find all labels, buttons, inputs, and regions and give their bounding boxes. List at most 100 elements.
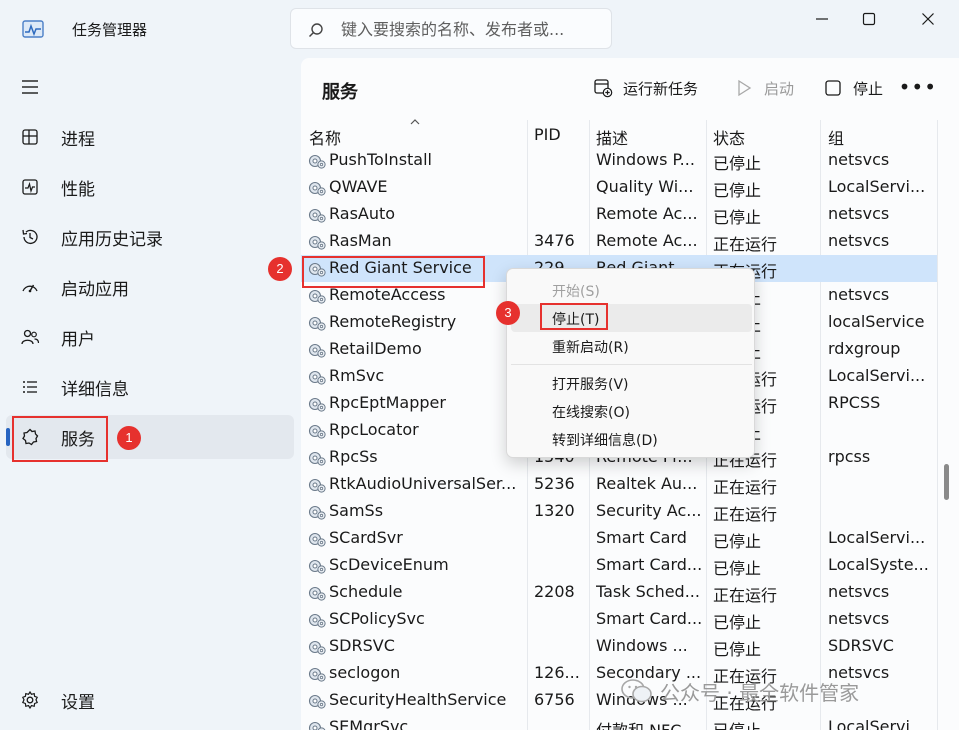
column-header-name[interactable]: 名称 — [309, 125, 341, 149]
menu-item-open-services[interactable]: 打开服务(V) — [511, 369, 752, 397]
cell-status: 已停止 — [713, 208, 762, 227]
service-gear-icon — [308, 586, 326, 601]
sidebar-item-performance[interactable]: 性能 — [6, 165, 294, 209]
column-header-status[interactable]: 状态 — [713, 125, 745, 149]
watermark-text: 公众号 · 最全软件管家 — [660, 680, 860, 705]
table-row[interactable]: SCPolicySvc Smart Card... 已停止 netsvcs — [301, 606, 937, 633]
context-menu: 开始(S) 停止(T) 重新启动(R) 打开服务(V) 在线搜索(O) 转到详细… — [506, 268, 755, 458]
more-options-button[interactable]: ••• — [899, 75, 937, 99]
search-input[interactable] — [341, 17, 601, 41]
cell-name: RmSvc — [329, 366, 385, 385]
cell-name: RasAuto — [329, 204, 396, 223]
table-row[interactable]: SEMgrSvc 付款和 NFC... 已停止 LocalServi... — [301, 714, 937, 730]
app-title: 任务管理器 — [72, 21, 148, 39]
cell-description: Windows P... — [596, 150, 695, 169]
service-gear-icon — [308, 343, 326, 358]
cell-description: Remote Ac... — [596, 204, 698, 223]
cell-status: 已停止 — [713, 532, 762, 551]
cell-group: netsvcs — [828, 582, 890, 601]
menu-item-label: 转到详细信息(D) — [552, 433, 658, 449]
table-row[interactable]: ScDeviceEnum Smart Card... 已停止 LocalSyste..… — [301, 552, 937, 579]
column-header-description[interactable]: 描述 — [596, 125, 628, 149]
sidebar-nav: 进程 性能 应用历史记录 启动应用 用户 详细信息 服务 设置 — [0, 58, 300, 730]
cell-description: 付款和 NFC... — [596, 717, 704, 730]
table-row[interactable]: QWAVE Quality Wi... 已停止 LocalServi... — [301, 174, 937, 201]
service-gear-icon — [308, 559, 326, 574]
service-gear-icon — [308, 478, 326, 493]
cell-status: 已停止 — [713, 181, 762, 200]
run-new-task-label: 运行新任务 — [623, 79, 699, 98]
menu-item-label: 开始(S) — [552, 284, 600, 300]
stop-service-button[interactable]: 停止 — [823, 76, 883, 100]
cell-status: 已停止 — [713, 640, 762, 659]
cell-name: RpcSs — [329, 447, 378, 466]
cell-name: PushToInstall — [329, 150, 432, 169]
stop-icon — [825, 80, 841, 96]
sidebar-item-settings[interactable]: 设置 — [6, 678, 294, 722]
service-gear-icon — [308, 397, 326, 412]
maximize-icon — [862, 12, 876, 26]
startup-gauge-icon — [22, 284, 38, 293]
close-icon — [922, 13, 934, 25]
cell-group: netsvcs — [828, 609, 890, 628]
sidebar-item-app-history[interactable]: 应用历史记录 — [6, 215, 294, 259]
menu-item-restart[interactable]: 重新启动(R) — [511, 332, 752, 360]
menu-item-label: 在线搜索(O) — [552, 405, 630, 421]
sidebar-item-startup-apps[interactable]: 启动应用 — [6, 265, 294, 309]
menu-item-label: 重新启动(R) — [552, 340, 629, 356]
service-gear-icon — [308, 289, 326, 304]
column-header-group[interactable]: 组 — [828, 125, 844, 149]
cell-pid: 126... — [534, 663, 580, 682]
service-gear-icon — [308, 667, 326, 682]
run-new-task-button[interactable]: 运行新任务 — [593, 76, 698, 100]
table-row[interactable]: RtkAudioUniversalSer... 5236 Realtek Au...… — [301, 471, 937, 498]
maximize-button[interactable] — [846, 4, 892, 34]
service-gear-icon — [308, 208, 326, 223]
table-row[interactable]: RasMan 3476 Remote Ac... 正在运行 netsvcs — [301, 228, 937, 255]
start-service-button[interactable]: 启动 — [734, 76, 794, 100]
table-row[interactable]: SCardSvr Smart Card 已停止 LocalServi... — [301, 525, 937, 552]
sidebar-item-processes[interactable]: 进程 — [6, 115, 294, 159]
cell-group: rdxgroup — [828, 339, 901, 358]
sidebar-item-details[interactable]: 详细信息 — [6, 365, 294, 409]
minimize-button[interactable] — [799, 4, 845, 34]
cell-name: SDRSVC — [329, 636, 395, 655]
table-row[interactable]: RasAuto Remote Ac... 已停止 netsvcs — [301, 201, 937, 228]
settings-label: 设置 — [61, 693, 95, 713]
cell-group: SDRSVC — [828, 636, 894, 655]
annotation-highlight-red-giant-row — [302, 256, 485, 288]
sidebar-item-users[interactable]: 用户 — [6, 315, 294, 359]
sidebar-item-label: 用户 — [61, 330, 95, 350]
annotation-badge-1: 1 — [117, 426, 141, 450]
column-header-pid[interactable]: PID — [534, 125, 561, 144]
cell-status: 已停止 — [713, 559, 762, 578]
cell-description: Quality Wi... — [596, 177, 694, 196]
service-gear-icon — [308, 235, 326, 250]
search-box[interactable] — [290, 8, 612, 49]
table-row[interactable]: PushToInstall Windows P... 已停止 netsvcs — [301, 147, 937, 174]
sidebar-item-label: 应用历史记录 — [61, 230, 163, 250]
close-button[interactable] — [905, 4, 951, 34]
service-gear-icon — [308, 451, 326, 466]
cell-group: LocalServi... — [828, 366, 926, 385]
cell-name: RtkAudioUniversalSer... — [329, 474, 517, 493]
hamburger-menu-icon[interactable] — [20, 78, 40, 96]
menu-item-search-online[interactable]: 在线搜索(O) — [511, 397, 752, 425]
menu-item-start[interactable]: 开始(S) — [511, 276, 752, 304]
history-icon — [22, 229, 38, 245]
vertical-scrollbar[interactable] — [944, 464, 949, 500]
service-gear-icon — [308, 505, 326, 520]
table-row[interactable]: SamSs 1320 Security Ac... 正在运行 — [301, 498, 937, 525]
sort-ascending-icon — [410, 119, 420, 125]
cell-pid: 2208 — [534, 582, 575, 601]
cell-status: 已停止 — [713, 717, 813, 730]
cell-description: Task Sched... — [596, 582, 700, 601]
cell-status: 正在运行 — [713, 505, 778, 524]
cell-name: RasMan — [329, 231, 392, 250]
table-row[interactable]: Schedule 2208 Task Sched... 正在运行 netsvcs — [301, 579, 937, 606]
task-manager-window: 任务管理器 键入要搜索的名称、发布者或... 进程 性能 应用历史记录 启动应用… — [0, 0, 959, 730]
menu-separator — [511, 364, 752, 365]
menu-item-go-to-details[interactable]: 转到详细信息(D) — [511, 425, 752, 453]
table-row[interactable]: SDRSVC Windows ... 已停止 SDRSVC — [301, 633, 937, 660]
cell-name: seclogon — [329, 663, 401, 682]
